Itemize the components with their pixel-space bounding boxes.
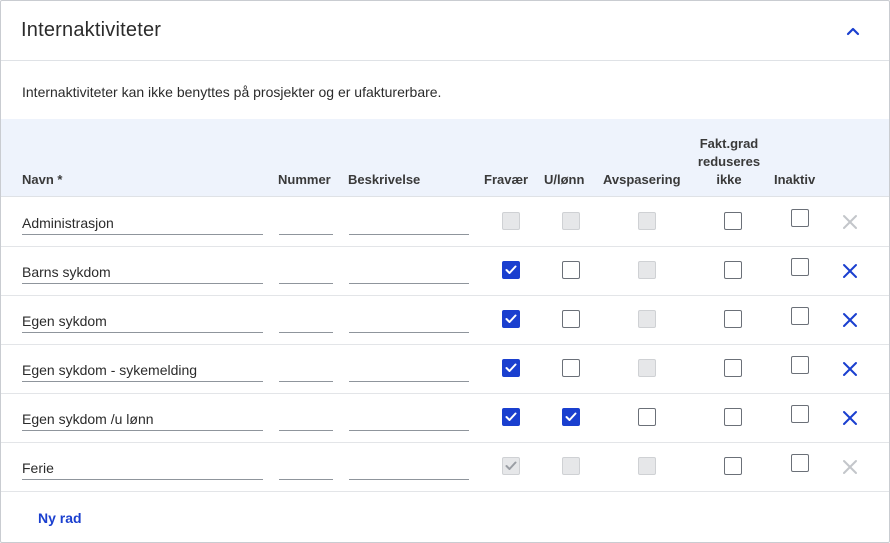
navn-input[interactable] [22,358,263,382]
panel-title: Internaktiviteter [21,19,162,41]
fravaer-checkbox[interactable] [502,408,520,426]
ulonn-checkbox [562,457,580,475]
navn-input[interactable] [22,211,263,235]
delete-row-button [839,456,861,478]
avspasering-checkbox [638,212,656,230]
panel-header: Internaktiviteter [1,1,889,61]
close-icon [842,410,858,426]
table-row [1,443,889,492]
beskrivelse-input[interactable] [349,358,469,382]
table-row [1,394,889,443]
beskrivelse-input[interactable] [349,211,469,235]
table-row [1,198,889,247]
checkmark-icon [505,314,517,324]
checkmark-icon [505,363,517,373]
ulonn-checkbox[interactable] [562,261,580,279]
navn-input[interactable] [22,309,263,333]
column-header-faktgrad-line-2: reduseres [697,154,761,169]
internal-activities-panel: Internaktiviteter Internaktiviteter kan … [0,0,890,543]
collapse-button[interactable] [839,17,867,45]
table-header: Navn * Nummer Beskrivelse Fravær U/lønn … [1,119,889,197]
column-header-nummer: Nummer [278,172,331,187]
fravaer-checkbox[interactable] [502,359,520,377]
nummer-input[interactable] [279,309,333,333]
avspasering-checkbox [638,457,656,475]
nummer-input[interactable] [279,456,333,480]
beskrivelse-input[interactable] [349,260,469,284]
intro-text: Internaktiviteter kan ikke benyttes på p… [22,84,442,100]
avspasering-checkbox [638,359,656,377]
checkmark-icon [505,265,517,275]
fravaer-checkbox[interactable] [502,261,520,279]
fravaer-checkbox [502,212,520,230]
chevron-up-icon [846,27,860,36]
faktgrad-checkbox[interactable] [724,408,742,426]
navn-input[interactable] [22,407,263,431]
faktgrad-checkbox[interactable] [724,212,742,230]
table-row [1,247,889,296]
column-header-beskrivelse: Beskrivelse [348,172,421,187]
faktgrad-checkbox[interactable] [724,457,742,475]
navn-input[interactable] [22,260,263,284]
inaktiv-checkbox[interactable] [791,405,809,423]
close-icon [842,263,858,279]
close-icon [842,214,858,230]
inaktiv-checkbox[interactable] [791,307,809,325]
avspasering-checkbox [638,261,656,279]
new-row-button[interactable]: Ny rad [38,510,82,526]
checkmark-icon [505,412,517,422]
avspasering-checkbox [638,310,656,328]
nummer-input[interactable] [279,211,333,235]
ulonn-checkbox[interactable] [562,408,580,426]
delete-row-button[interactable] [839,260,861,282]
ulonn-checkbox[interactable] [562,310,580,328]
ulonn-checkbox [562,212,580,230]
beskrivelse-input[interactable] [349,407,469,431]
faktgrad-checkbox[interactable] [724,310,742,328]
checkmark-icon [565,412,577,422]
checkmark-icon [505,461,517,471]
column-header-faktgrad-line-3: ikke [716,172,742,187]
delete-row-button[interactable] [839,407,861,429]
close-icon [842,361,858,377]
delete-row-button[interactable] [839,309,861,331]
nummer-input[interactable] [279,407,333,431]
delete-row-button[interactable] [839,358,861,380]
ulonn-checkbox[interactable] [562,359,580,377]
inaktiv-checkbox[interactable] [791,209,809,227]
beskrivelse-input[interactable] [349,456,469,480]
column-header-avspasering: Avspasering [603,172,681,187]
column-header-navn: Navn * [22,172,63,187]
nummer-input[interactable] [279,358,333,382]
column-header-inaktiv: Inaktiv [774,172,816,187]
inaktiv-checkbox[interactable] [791,258,809,276]
fravaer-checkbox [502,457,520,475]
avspasering-checkbox[interactable] [638,408,656,426]
column-header-faktgrad: Fakt.grad reduseres ikke [684,135,774,189]
faktgrad-checkbox[interactable] [724,359,742,377]
column-header-ulonn: U/lønn [544,172,585,187]
close-icon [842,312,858,328]
nummer-input[interactable] [279,260,333,284]
column-header-faktgrad-line-1: Fakt.grad [699,136,759,151]
fravaer-checkbox[interactable] [502,310,520,328]
table-row [1,345,889,394]
inaktiv-checkbox[interactable] [791,454,809,472]
close-icon [842,459,858,475]
delete-row-button [839,211,861,233]
navn-input[interactable] [22,456,263,480]
table-row [1,296,889,345]
column-header-fravaer: Fravær [484,172,529,187]
faktgrad-checkbox[interactable] [724,261,742,279]
inaktiv-checkbox[interactable] [791,356,809,374]
beskrivelse-input[interactable] [349,309,469,333]
